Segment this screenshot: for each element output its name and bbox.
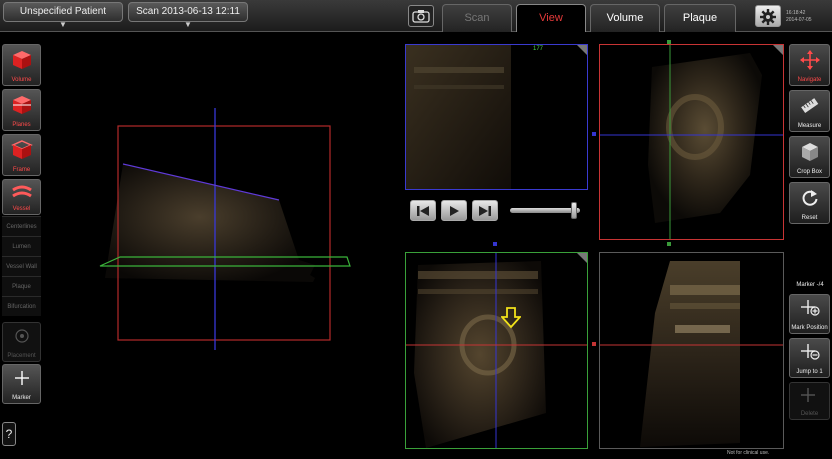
frame-label: Frame	[12, 167, 31, 173]
vessel-wall-item[interactable]: Vessel Wall	[2, 256, 41, 276]
playback-controls	[408, 198, 588, 224]
ultrasound-image	[406, 45, 511, 189]
reset-label: Reset	[801, 215, 818, 221]
volume-label: Volume	[11, 77, 32, 83]
blue-plane-handle[interactable]	[592, 132, 596, 136]
viewport-corner-icon	[577, 253, 587, 263]
frame-button[interactable]: Frame	[2, 134, 41, 176]
move-arrows-icon	[799, 50, 820, 70]
step-back-button[interactable]	[410, 200, 436, 221]
volume-3d-view[interactable]	[95, 100, 360, 350]
cube-icon	[12, 51, 31, 69]
lumen-item[interactable]: Lumen	[2, 236, 41, 256]
measure-button[interactable]: Measure	[789, 90, 830, 132]
tab-plaque[interactable]: Plaque	[664, 4, 736, 32]
patient-label: Unspecified Patient	[19, 6, 107, 17]
delete-marker-icon	[800, 388, 815, 402]
placement-button[interactable]: Placement	[2, 322, 41, 362]
planes-icon	[12, 96, 31, 114]
chevron-down-icon: ▼	[184, 20, 192, 29]
target-icon	[14, 329, 29, 343]
play-button[interactable]	[441, 200, 467, 221]
volume-render	[105, 164, 315, 282]
marker-count: Marker -/4	[796, 282, 824, 288]
mark-position-label: Mark Position	[791, 325, 828, 331]
left-toolbar: Volume Planes Frame Vessel Centerlines L…	[2, 44, 41, 459]
red-plane-handle[interactable]	[592, 342, 596, 346]
reset-icon	[802, 190, 817, 206]
tab-scan[interactable]: Scan	[442, 4, 512, 32]
tab-view[interactable]: View	[516, 4, 586, 32]
crosshair-icon	[14, 371, 29, 385]
right-toolbar: Navigate Measure Crop Box Reset Mark Pos…	[789, 44, 830, 459]
jump-to-label: Jump to 1	[796, 369, 823, 375]
viewport-green-plane[interactable]	[405, 252, 588, 449]
reset-button[interactable]: Reset	[789, 182, 830, 224]
navigate-label: Navigate	[797, 77, 822, 83]
play-icon	[450, 206, 459, 216]
scan-label: Scan 2013-06-13 12:11	[136, 6, 240, 17]
crop-box-button[interactable]: Crop Box	[789, 136, 830, 178]
viewport-blue-plane[interactable]	[405, 44, 588, 190]
green-plane-handle[interactable]	[667, 40, 671, 44]
planes-button[interactable]: Planes	[2, 89, 41, 131]
tab-volume[interactable]: Volume	[590, 4, 660, 32]
planes-label: Planes	[12, 122, 31, 128]
frame-number: 177	[533, 46, 544, 52]
help-button[interactable]: ?	[2, 422, 16, 446]
step-back-icon	[417, 206, 429, 216]
settings-button[interactable]	[755, 5, 781, 27]
delete-marker-button[interactable]: Delete	[789, 382, 830, 420]
plaque-item[interactable]: Plaque	[2, 276, 41, 296]
viewport-red-plane[interactable]	[599, 44, 784, 240]
navigate-button[interactable]: Navigate	[789, 44, 830, 86]
bifurcation-item[interactable]: Bifurcation	[2, 296, 41, 316]
viewport-corner-icon	[773, 45, 783, 55]
mark-position-button[interactable]: Mark Position	[789, 294, 830, 334]
vessel-icon	[11, 185, 32, 198]
ruler-icon	[800, 98, 818, 114]
snapshot-button[interactable]	[408, 5, 434, 27]
jump-to-button[interactable]: Jump to 1	[789, 338, 830, 378]
crop-box-label: Crop Box	[796, 169, 822, 175]
chevron-down-icon: ▼	[59, 20, 67, 29]
centerlines-item[interactable]: Centerlines	[2, 216, 41, 236]
patient-selector[interactable]: Unspecified Patient ▼	[3, 2, 123, 29]
step-forward-button[interactable]	[472, 200, 498, 221]
ultrasound-image	[406, 253, 587, 448]
jump-marker-icon	[800, 344, 820, 360]
vessel-button[interactable]: Vessel	[2, 179, 41, 215]
frame-slider-track[interactable]	[510, 208, 580, 213]
ultrasound-image	[600, 45, 783, 239]
marker-arrow-icon[interactable]	[501, 307, 521, 329]
top-bar: Unspecified Patient ▼ Scan 2013-06-13 12…	[0, 0, 832, 32]
vessel-label: Vessel	[12, 206, 31, 212]
viewport-corner-icon	[577, 45, 587, 55]
delete-label: Delete	[800, 411, 819, 417]
add-marker-icon	[800, 300, 820, 316]
placement-label: Placement	[7, 353, 36, 359]
marker-label: Marker	[12, 395, 31, 401]
blue-plane-handle[interactable]	[493, 242, 497, 246]
disclaimer-text: Not for clinical use.	[727, 450, 770, 456]
clock: 16:18:42 2014-07-05	[786, 10, 812, 24]
step-forward-icon	[479, 206, 491, 216]
ultrasound-image	[600, 261, 783, 447]
volume-button[interactable]: Volume	[2, 44, 41, 86]
green-plane-handle[interactable]	[667, 242, 671, 246]
frame-slider-thumb[interactable]	[570, 202, 577, 219]
gear-icon	[760, 9, 776, 25]
camera-icon	[412, 10, 430, 23]
scan-selector[interactable]: Scan 2013-06-13 12:11 ▼	[128, 2, 248, 29]
crop-box-icon	[801, 143, 818, 161]
marker-button[interactable]: Marker	[2, 364, 41, 404]
frame-icon	[10, 140, 33, 159]
time-text: 16:18:42	[786, 10, 806, 16]
date-text: 2014-07-05	[786, 17, 812, 23]
viewport-longitudinal[interactable]	[599, 252, 784, 449]
measure-label: Measure	[797, 123, 822, 129]
